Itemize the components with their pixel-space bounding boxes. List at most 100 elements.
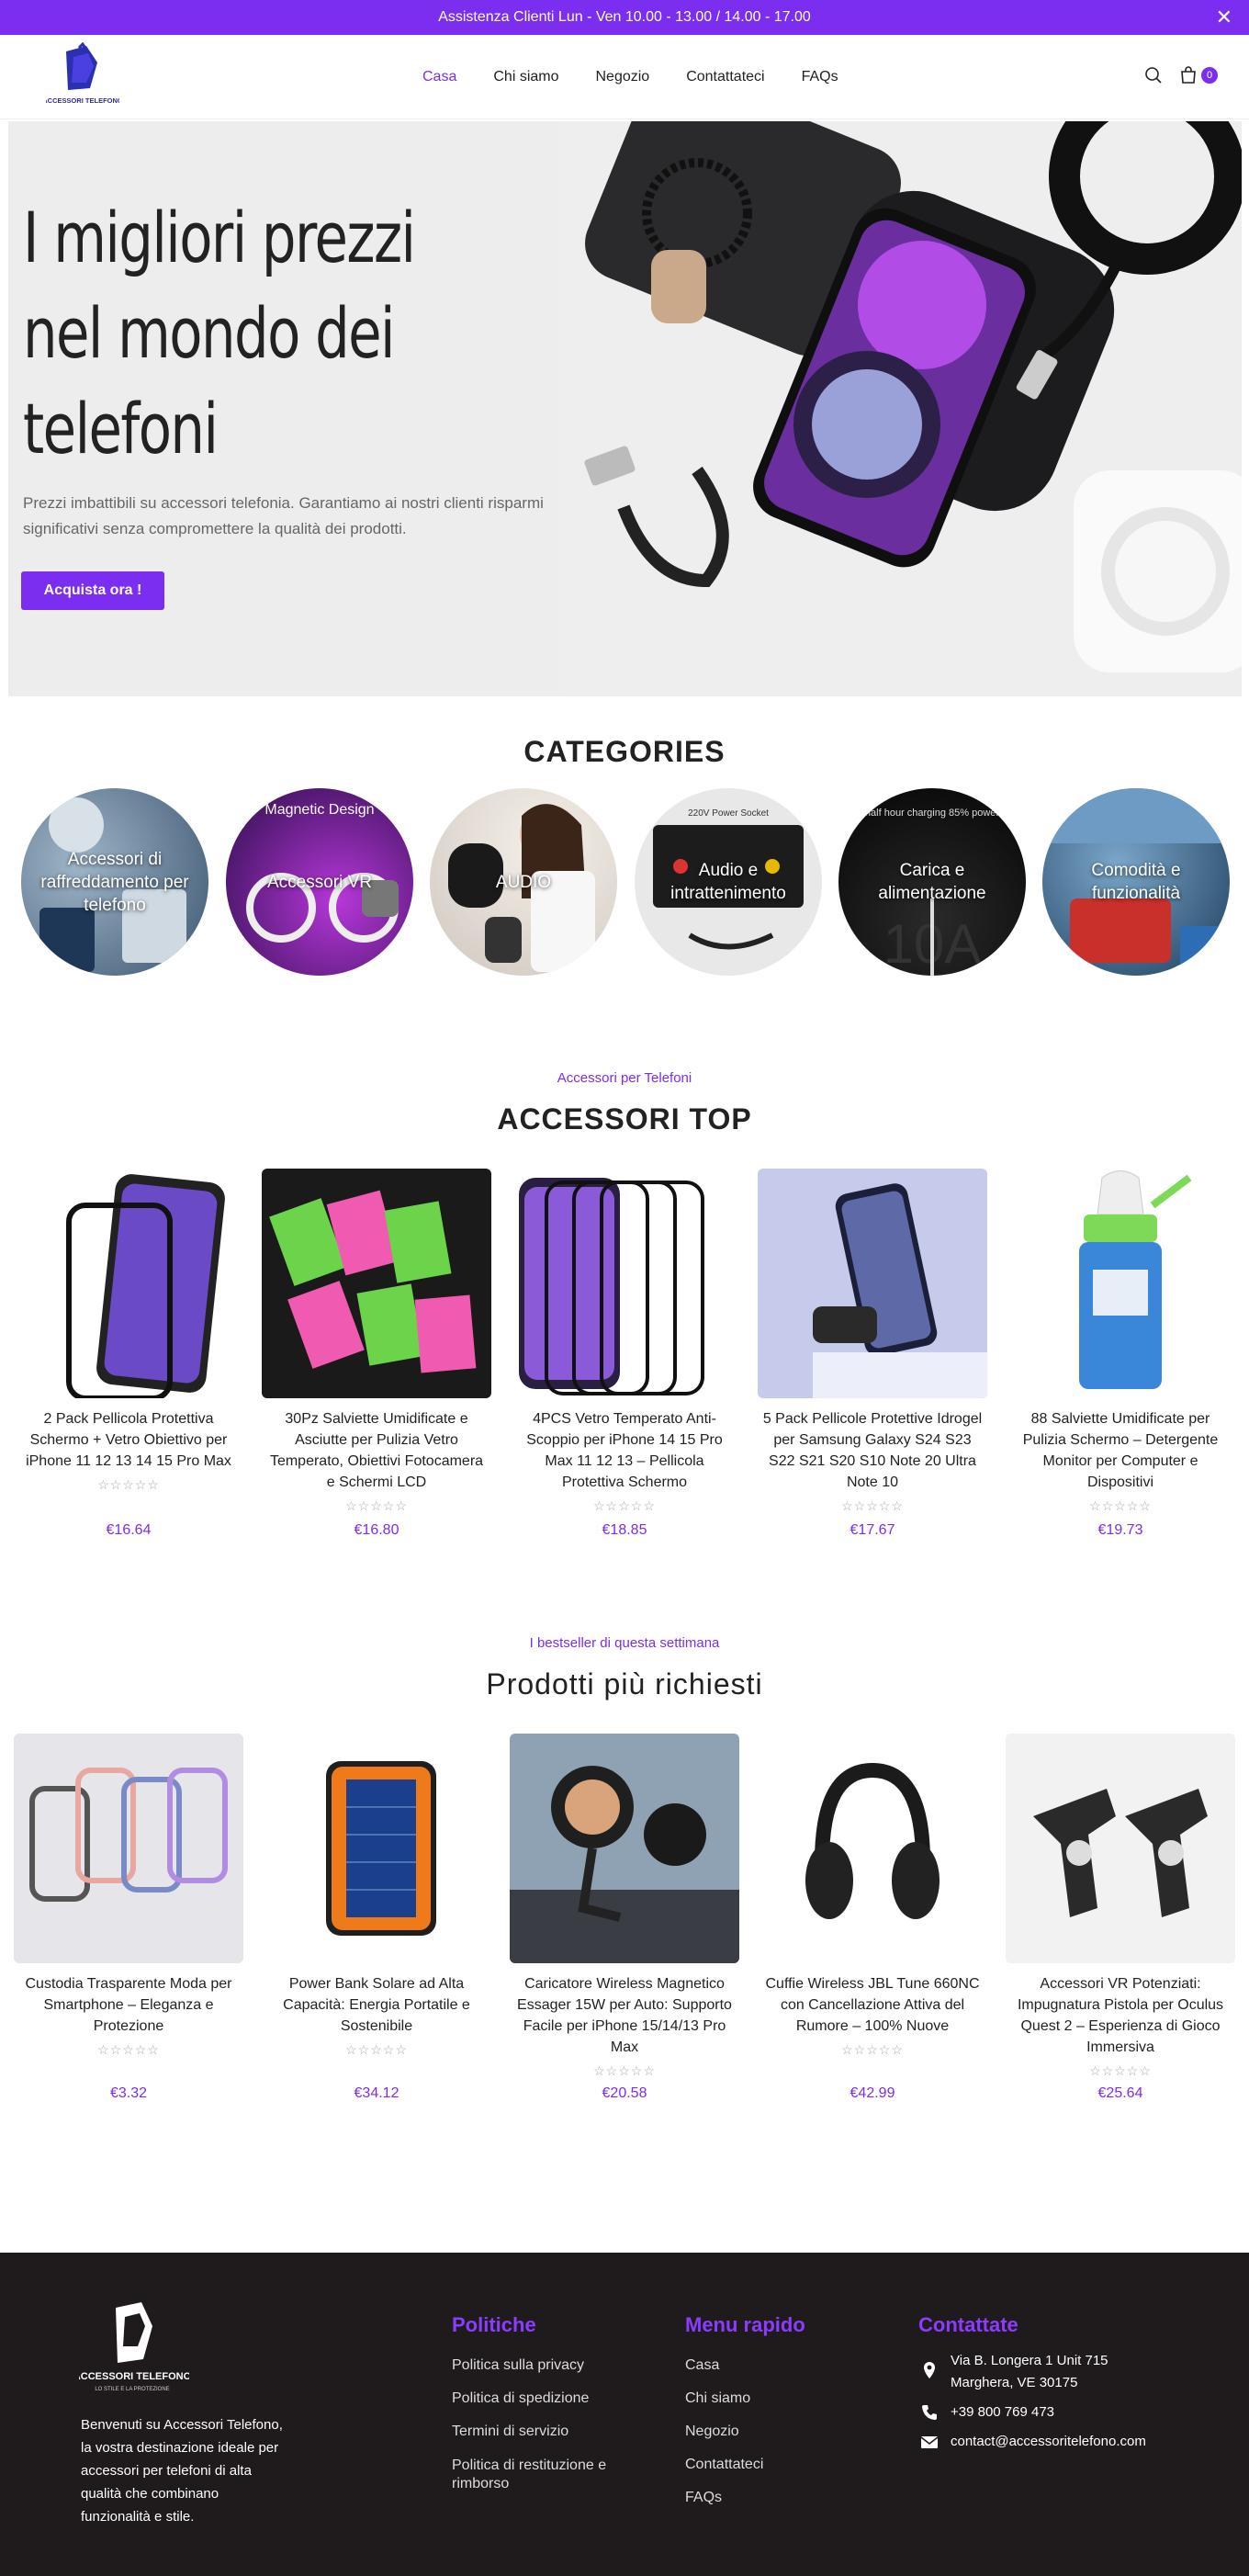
product-card[interactable]: Custodia Trasparente Moda per Smartphone… xyxy=(14,1734,243,2101)
product-image xyxy=(1006,1169,1235,1398)
category-cooling[interactable]: Accessori di raffreddamento per telefono xyxy=(21,788,208,976)
contact-email[interactable]: contact@accessoritelefono.com xyxy=(951,2431,1146,2453)
site-footer: ACCESSORI TELEFONO LO STILE E LA PROTEZI… xyxy=(0,2253,1249,2576)
product-price: €34.12 xyxy=(354,2085,399,2101)
cart-button[interactable]: 0 xyxy=(1179,66,1218,85)
category-comfort[interactable]: Comodità e funzionalità xyxy=(1042,788,1230,976)
product-image xyxy=(14,1169,243,1401)
site-header: ACCESSORI TELEFONO Casa Chi siamo Negozi… xyxy=(0,35,1249,119)
product-card[interactable]: 2 Pack Pellicola Protettiva Schermo + Ve… xyxy=(14,1169,243,1538)
footer-logo-text: ACCESSORI TELEFONO xyxy=(79,2371,189,2382)
search-icon[interactable] xyxy=(1144,66,1163,85)
policy-link-privacy[interactable]: Politica sulla privacy xyxy=(452,2357,584,2374)
close-icon[interactable]: ✕ xyxy=(1216,7,1232,28)
category-audio-entertainment-label: Audio e intrattenimento xyxy=(670,861,786,903)
category-charging-label: Carica e alimentazione xyxy=(878,861,986,903)
product-card[interactable]: Cuffie Wireless JBL Tune 660NC con Cance… xyxy=(758,1734,987,2101)
policy-link-refund[interactable]: Politica di restituzione e rimborso xyxy=(452,2457,654,2493)
product-name[interactable]: Power Bank Solare ad Alta Capacità: Ener… xyxy=(262,1973,491,2037)
product-image xyxy=(262,1169,491,1398)
rating-stars: ☆☆☆☆☆ xyxy=(841,1498,904,1513)
announcement-bar: Assistenza Clienti Lun - Ven 10.00 - 13.… xyxy=(0,0,1249,35)
nav-faqs[interactable]: FAQs xyxy=(802,69,838,85)
product-name[interactable]: Accessori VR Potenziati: Impugnatura Pis… xyxy=(1006,1973,1235,2058)
best-subtitle: I bestseller di questa settimana xyxy=(529,1635,720,1651)
product-name[interactable]: 2 Pack Pellicola Protettiva Schermo + Ve… xyxy=(14,1408,243,1472)
nav-chi-siamo[interactable]: Chi siamo xyxy=(493,69,558,85)
product-name[interactable]: Cuffie Wireless JBL Tune 660NC con Cance… xyxy=(758,1973,987,2037)
product-card[interactable]: Accessori VR Potenziati: Impugnatura Pis… xyxy=(1006,1734,1235,2101)
product-name[interactable]: 30Pz Salviette Umidificate e Asciutte pe… xyxy=(262,1408,491,1493)
product-price: €25.64 xyxy=(1097,2085,1143,2101)
category-vr[interactable]: Magnetic Design Accessori VR xyxy=(226,788,413,976)
nav-negozio[interactable]: Negozio xyxy=(596,69,650,85)
product-image xyxy=(758,1734,987,1963)
product-image xyxy=(14,1734,243,1963)
footer-menu-negozio[interactable]: Negozio xyxy=(685,2423,739,2440)
rating-stars: ☆☆☆☆☆ xyxy=(593,2063,656,2078)
announcement-text: Assistenza Clienti Lun - Ven 10.00 - 13.… xyxy=(438,9,811,25)
product-price: €42.99 xyxy=(850,2085,895,2101)
footer-menu-casa[interactable]: Casa xyxy=(685,2357,719,2374)
footer-menu-chi-siamo[interactable]: Chi siamo xyxy=(685,2390,750,2407)
product-price: €17.67 xyxy=(850,1522,895,1538)
product-price: €18.85 xyxy=(602,1522,647,1538)
product-name[interactable]: Custodia Trasparente Moda per Smartphone… xyxy=(14,1973,243,2037)
location-pin-icon xyxy=(924,2362,935,2378)
category-charging-overlay: half hour charging 85% power xyxy=(865,808,999,819)
shop-now-button[interactable]: Acquista ora ! xyxy=(21,571,164,610)
product-card[interactable]: Power Bank Solare ad Alta Capacità: Ener… xyxy=(262,1734,491,2101)
contact-address: Via B. Longera 1 Unit 715 Marghera, VE 3… xyxy=(951,2353,1108,2390)
footer-logo[interactable]: ACCESSORI TELEFONO LO STILE E LA PROTEZI… xyxy=(79,2299,189,2400)
logo-text: ACCESSORI TELEFONO xyxy=(46,96,119,105)
quick-menu-title: Menu rapido xyxy=(685,2313,805,2336)
site-logo[interactable]: ACCESSORI TELEFONO xyxy=(46,42,119,112)
category-audio-label: AUDIO xyxy=(495,872,552,892)
product-image xyxy=(758,1169,987,1398)
contact-phone[interactable]: +39 800 769 473 xyxy=(951,2401,1054,2423)
rating-stars: ☆☆☆☆☆ xyxy=(97,1477,160,1492)
product-card[interactable]: 5 Pack Pellicole Protettive Idrogel per … xyxy=(758,1169,987,1538)
category-audio-entertainment[interactable]: 220V Power Socket Audio e intratteniment… xyxy=(635,788,822,976)
product-image xyxy=(1006,1734,1235,1963)
product-name[interactable]: Caricatore Wireless Magnetico Essager 15… xyxy=(510,1973,739,2058)
category-vr-overlay: Magnetic Design xyxy=(264,802,374,818)
category-comfort-label: Comodità e funzionalità xyxy=(1091,861,1181,903)
product-price: €20.58 xyxy=(602,2085,647,2101)
nav-contattateci[interactable]: Contattateci xyxy=(686,69,764,85)
category-charging[interactable]: half hour charging 85% power 10A Carica e… xyxy=(838,788,1026,976)
top-subtitle: Accessori per Telefoni xyxy=(557,1070,692,1086)
email-icon xyxy=(920,2436,939,2448)
footer-logo-tagline: LO STILE E LA PROTEZIONE xyxy=(95,2387,169,2392)
category-cooling-label: Accessori di raffreddamento per telefono xyxy=(40,849,189,915)
product-name[interactable]: 5 Pack Pellicole Protettive Idrogel per … xyxy=(758,1408,987,1493)
product-image xyxy=(510,1169,739,1398)
footer-menu-contattateci[interactable]: Contattateci xyxy=(685,2457,763,2473)
hero-banner: I migliori prezzi nel mondo dei telefoni… xyxy=(8,121,1242,696)
product-name[interactable]: 88 Salviette Umidificate per Pulizia Sch… xyxy=(1006,1408,1235,1493)
product-card[interactable]: 4PCS Vetro Temperato Anti-Scoppio per iP… xyxy=(510,1169,739,1538)
rating-stars: ☆☆☆☆☆ xyxy=(593,1498,656,1513)
footer-menu-faqs[interactable]: FAQs xyxy=(685,2490,722,2506)
product-card[interactable]: 30Pz Salviette Umidificate e Asciutte pe… xyxy=(262,1169,491,1538)
category-vr-label: Accessori VR xyxy=(266,872,373,892)
categories-title: CATEGORIES xyxy=(523,735,726,768)
cart-count-badge: 0 xyxy=(1201,67,1218,84)
rating-stars: ☆☆☆☆☆ xyxy=(345,2042,408,2057)
product-card[interactable]: Caricatore Wireless Magnetico Essager 15… xyxy=(510,1734,739,2101)
product-image xyxy=(262,1734,491,1963)
best-title: Prodotti più richiesti xyxy=(486,1667,763,1700)
product-name[interactable]: 4PCS Vetro Temperato Anti-Scoppio per iP… xyxy=(510,1408,739,1493)
policies-title: Politiche xyxy=(452,2313,536,2336)
footer-description: Benvenuti su Accessori Telefono, la vost… xyxy=(81,2417,283,2525)
nav-casa[interactable]: Casa xyxy=(422,69,456,85)
policy-link-terms[interactable]: Termini di servizio xyxy=(452,2423,568,2440)
policy-link-shipping[interactable]: Politica di spedizione xyxy=(452,2390,589,2407)
rating-stars: ☆☆☆☆☆ xyxy=(1089,2063,1152,2078)
product-card[interactable]: 88 Salviette Umidificate per Pulizia Sch… xyxy=(1006,1169,1235,1538)
category-audio[interactable]: AUDIO xyxy=(430,788,617,976)
main-nav: Casa Chi siamo Negozio Contattateci FAQs xyxy=(422,35,875,119)
top-title: ACCESSORI TOP xyxy=(497,1102,752,1135)
category-audio-entertainment-overlay: 220V Power Socket xyxy=(688,808,769,819)
cart-bag-icon xyxy=(1181,66,1196,84)
